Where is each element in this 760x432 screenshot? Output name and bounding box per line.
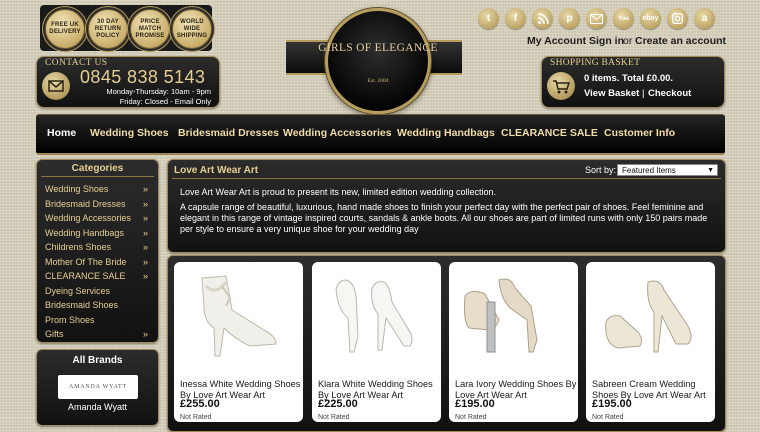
- ebay-icon[interactable]: ebay: [640, 8, 661, 29]
- sidebar-item-childrens-shoes[interactable]: Childrens Shoes: [45, 242, 111, 252]
- chevron-right-icon: »: [143, 198, 149, 209]
- product-card[interactable]: Lara Ivory Wedding Shoes By Love Art Wea…: [449, 262, 578, 422]
- page-title: Love Art Wear Art: [174, 165, 259, 176]
- product-image[interactable]: [455, 266, 572, 364]
- chevron-right-icon: »: [143, 184, 149, 194]
- contact-box: CONTACT US 0845 838 5143 Monday-Thursday…: [36, 56, 220, 108]
- product-price: £255.00: [180, 398, 220, 410]
- facebook-icon[interactable]: f: [505, 8, 526, 29]
- chevron-right-icon: »: [143, 227, 149, 238]
- nav-home[interactable]: Home: [47, 127, 76, 139]
- basket-separator: |: [642, 88, 645, 99]
- divider: [172, 178, 721, 179]
- email-icon[interactable]: [586, 8, 607, 29]
- instagram-icon[interactable]: [667, 8, 688, 29]
- worldwide-shipping-badge: WORLD WIDE SHIPPING: [172, 9, 212, 49]
- or-text: or: [623, 35, 633, 47]
- description-body: A capsule range of beautiful, luxurious,…: [180, 202, 708, 234]
- sort-select[interactable]: Featured Items ▼: [617, 164, 718, 176]
- nav-wedding-handbags[interactable]: Wedding Handbags: [397, 127, 495, 139]
- cart-icon[interactable]: [547, 72, 575, 100]
- chevron-right-icon: »: [143, 271, 149, 281]
- badge-text: 30 DAY RETURN POLICY: [94, 18, 122, 39]
- youtube-icon[interactable]: You: [613, 8, 634, 29]
- product-price: £195.00: [455, 398, 495, 410]
- hours-friday: Friday: Closed - Email Only: [119, 97, 211, 106]
- brand-name-link[interactable]: Amanda Wyatt: [37, 402, 158, 412]
- sidebar-item-gifts[interactable]: Gifts: [45, 329, 64, 339]
- nav-customer-info[interactable]: Customer Info: [604, 127, 675, 139]
- chevron-right-icon: »: [143, 329, 149, 339]
- sort-value: Featured Items: [622, 166, 676, 175]
- sidebar-item-wedding-handbags[interactable]: Wedding Handbags: [45, 228, 124, 238]
- create-account-link[interactable]: Create an account: [635, 35, 726, 47]
- description-intro: Love Art Wear Art is proud to present it…: [180, 187, 497, 197]
- basket-summary: 0 items. Total £0.00.: [584, 73, 674, 84]
- pinterest-icon[interactable]: p: [559, 8, 580, 29]
- category-description-panel: Love Art Wear Art Sort by: Featured Item…: [167, 159, 726, 253]
- chevron-right-icon: »: [143, 256, 149, 267]
- rss-icon[interactable]: [532, 8, 553, 29]
- product-image[interactable]: [180, 266, 297, 364]
- brands-title: All Brands: [72, 355, 123, 366]
- twitter-icon[interactable]: t: [478, 8, 499, 29]
- nav-clearance-sale[interactable]: CLEARANCE SALE: [501, 127, 598, 139]
- envelope-icon[interactable]: [42, 72, 70, 100]
- main-nav: Home Wedding Shoes Bridesmaid Dresses We…: [36, 114, 725, 155]
- product-image[interactable]: [318, 266, 435, 364]
- sidebar-item-bridesmaid-dresses[interactable]: Bridesmaid Dresses: [45, 199, 126, 209]
- view-basket-link[interactable]: View Basket: [584, 88, 639, 99]
- product-image[interactable]: [592, 266, 709, 364]
- free-delivery-badge: FREE UK DELIVERY: [45, 9, 85, 49]
- return-policy-badge: 30 DAY RETURN POLICY: [88, 9, 128, 49]
- my-account-link[interactable]: My Account: [527, 35, 586, 47]
- nav-bridesmaid-dresses[interactable]: Bridesmaid Dresses: [178, 127, 279, 139]
- chevron-right-icon: »: [143, 242, 149, 252]
- sign-in-link[interactable]: Sign in: [589, 35, 624, 47]
- badge-text: FREE UK DELIVERY: [49, 22, 81, 35]
- amanda-wyatt-logo[interactable]: AMANDA WYATT: [58, 375, 138, 399]
- logo-est: Est. 2004: [367, 78, 389, 84]
- shopping-basket: SHOPPING BASKET 0 items. Total £0.00. Vi…: [541, 56, 725, 108]
- product-card[interactable]: Inessa White Wedding Shoes By Love Art W…: [174, 262, 303, 422]
- product-price: £225.00: [318, 398, 358, 410]
- hours-weekday: Monday-Thursday: 10am - 9pm: [106, 87, 211, 96]
- divider: [41, 176, 154, 177]
- brand-logo-text: AMANDA WYATT: [69, 384, 127, 390]
- chevron-down-icon: ▼: [707, 167, 714, 174]
- price-match-badge: PRICE MATCH PROMISE: [130, 9, 170, 49]
- sidebar-item-dyeing-services[interactable]: Dyeing Services: [45, 286, 110, 296]
- badge-text: WORLD WIDE SHIPPING: [176, 18, 208, 39]
- phone-number[interactable]: 0845 838 5143: [80, 67, 205, 88]
- chevron-right-icon: »: [143, 213, 149, 223]
- product-price: £195.00: [592, 398, 632, 410]
- sidebar-item-wedding-shoes[interactable]: Wedding Shoes: [45, 184, 108, 194]
- basket-heading: SHOPPING BASKET: [550, 58, 641, 68]
- amazon-icon[interactable]: a: [694, 8, 715, 29]
- product-card[interactable]: Klara White Wedding Shoes By Love Art We…: [312, 262, 441, 422]
- sidebar-item-mother-of-the-bride[interactable]: Mother Of The Bride: [45, 257, 126, 267]
- categories-title: Categories: [71, 163, 124, 174]
- brands-panel: All Brands AMANDA WYATT Amanda Wyatt: [36, 349, 159, 426]
- sidebar-item-prom-shoes[interactable]: Prom Shoes: [45, 315, 95, 325]
- nav-wedding-accessories[interactable]: Wedding Accessories: [283, 127, 392, 139]
- sidebar-item-wedding-accessories[interactable]: Wedding Accessories: [45, 213, 131, 223]
- nav-wedding-shoes[interactable]: Wedding Shoes: [90, 127, 169, 139]
- logo-title: GIRLS OF ELEGANCE: [318, 42, 438, 54]
- sidebar-item-bridesmaid-shoes[interactable]: Bridesmaid Shoes: [45, 300, 118, 310]
- checkout-link[interactable]: Checkout: [648, 88, 691, 99]
- sidebar-item-clearance-sale[interactable]: CLEARANCE SALE: [45, 271, 126, 281]
- badge-text: PRICE MATCH PROMISE: [135, 18, 165, 39]
- sort-label: Sort by:: [585, 165, 617, 175]
- product-card[interactable]: Sabreen Cream Wedding Shoes By Love Art …: [586, 262, 715, 422]
- site-logo[interactable]: GIRLS OF ELEGANCE Est. 2004: [318, 8, 437, 114]
